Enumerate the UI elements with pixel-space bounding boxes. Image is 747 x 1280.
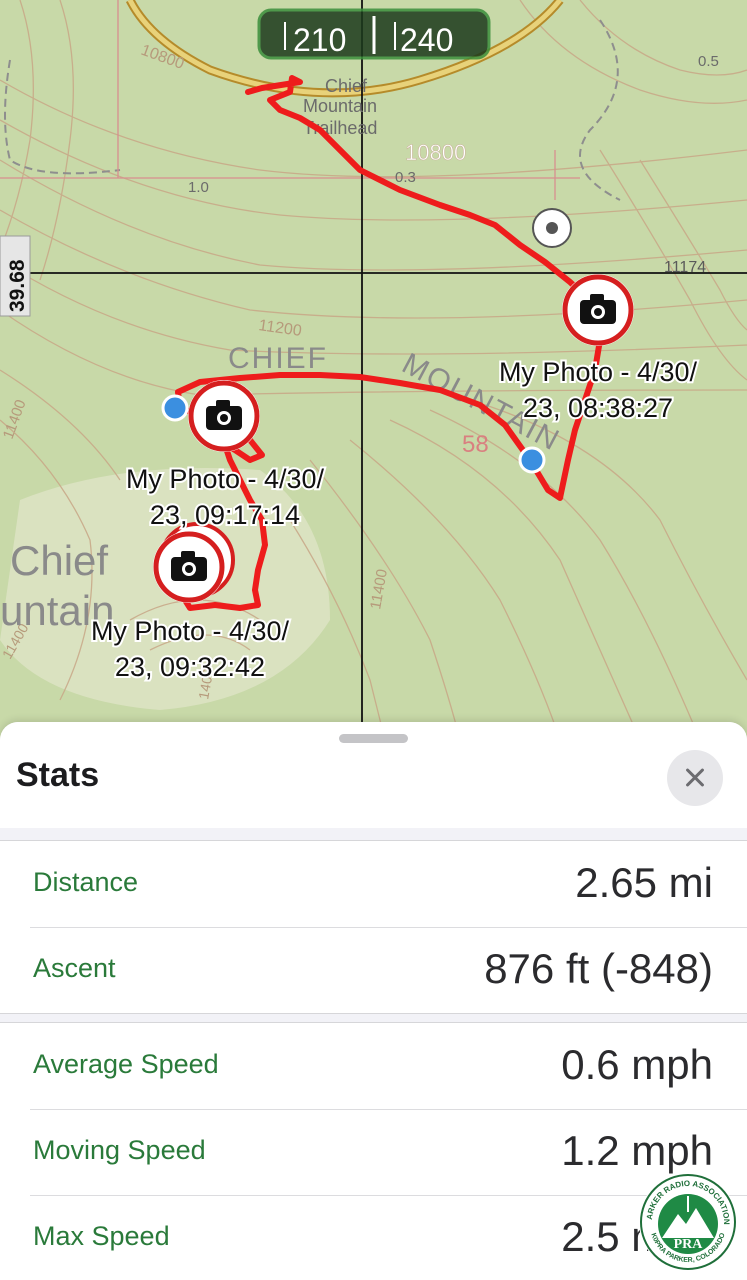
compass-heading-strip[interactable]: 210 240 <box>257 8 491 60</box>
latitude-tag: 39.68 <box>0 235 31 317</box>
trail-mileage: 0.3 <box>395 169 416 186</box>
stat-label: Max Speed <box>33 1221 170 1251</box>
stat-value: 2.65 mi <box>575 859 713 906</box>
pra-logo: PARKER RADIO ASSOCIATION K0PRA PARKER, C… <box>638 1172 737 1271</box>
stat-label: Moving Speed <box>33 1135 206 1165</box>
trail-mileage: 0.5 <box>698 53 719 70</box>
stat-row-average-speed: Average Speed 0.6 mph <box>0 1023 747 1109</box>
sheet-grabber[interactable] <box>339 734 408 743</box>
stat-row-moving-speed: Moving Speed 1.2 mph <box>0 1109 747 1195</box>
photo-caption: 23, 08:38:27 <box>523 393 673 423</box>
map-place-label: Mountain <box>303 96 377 116</box>
photo-caption: 23, 09:32:42 <box>115 652 265 682</box>
stat-row-distance: Distance 2.65 mi <box>0 841 747 927</box>
close-icon[interactable] <box>667 750 723 806</box>
elevation-label: 10800 <box>405 140 466 165</box>
stat-label: Ascent <box>33 953 116 983</box>
trail-mileage: 1.0 <box>188 179 209 196</box>
start-point-marker[interactable] <box>161 394 189 422</box>
stats-header: Stats <box>0 722 747 828</box>
map-place-label: Chief <box>325 76 368 96</box>
mountain-name-label: CHIEF <box>228 342 328 375</box>
topo-map[interactable]: Chief Mountain Trailhead 10800 10800 112… <box>0 0 747 740</box>
photo-caption: My Photo - 4/30/ <box>499 357 698 387</box>
mountain-name-label: Chief <box>10 537 108 584</box>
photo-marker[interactable] <box>188 380 260 452</box>
photo-caption: My Photo - 4/30/ <box>126 464 325 494</box>
end-point-marker[interactable] <box>518 446 546 474</box>
stats-group-speed: Average Speed 0.6 mph Moving Speed 1.2 m… <box>0 1022 747 1280</box>
stats-sheet: Stats Distance 2.65 mi Ascent 876 ft (-8… <box>0 722 747 1280</box>
stats-group-totals: Distance 2.65 mi Ascent 876 ft (-848) <box>0 840 747 1014</box>
heading-right: 240 <box>400 22 453 58</box>
stat-label: Distance <box>33 867 139 897</box>
stat-value: 0.6 mph <box>561 1041 713 1088</box>
svg-text:39.68: 39.68 <box>6 259 29 312</box>
stat-value: 1.2 mph <box>561 1127 713 1174</box>
stat-row-max-speed: Max Speed 2.5 mph <box>0 1195 747 1280</box>
photo-caption: 23, 09:17:14 <box>150 500 300 530</box>
photo-caption: My Photo - 4/30/ <box>91 616 290 646</box>
section-number: 58 <box>462 431 489 458</box>
location-target-icon[interactable] <box>532 208 572 248</box>
stat-value: 876 ft (-848) <box>484 945 713 992</box>
photo-marker[interactable] <box>562 274 634 346</box>
sheet-title: Stats <box>16 756 100 794</box>
svg-text:PRA: PRA <box>674 1237 704 1252</box>
heading-left: 210 <box>293 22 346 58</box>
elevation-label: 11174 <box>664 259 706 276</box>
stat-row-ascent: Ascent 876 ft (-848) <box>0 927 747 1013</box>
stat-label: Average Speed <box>33 1049 219 1079</box>
